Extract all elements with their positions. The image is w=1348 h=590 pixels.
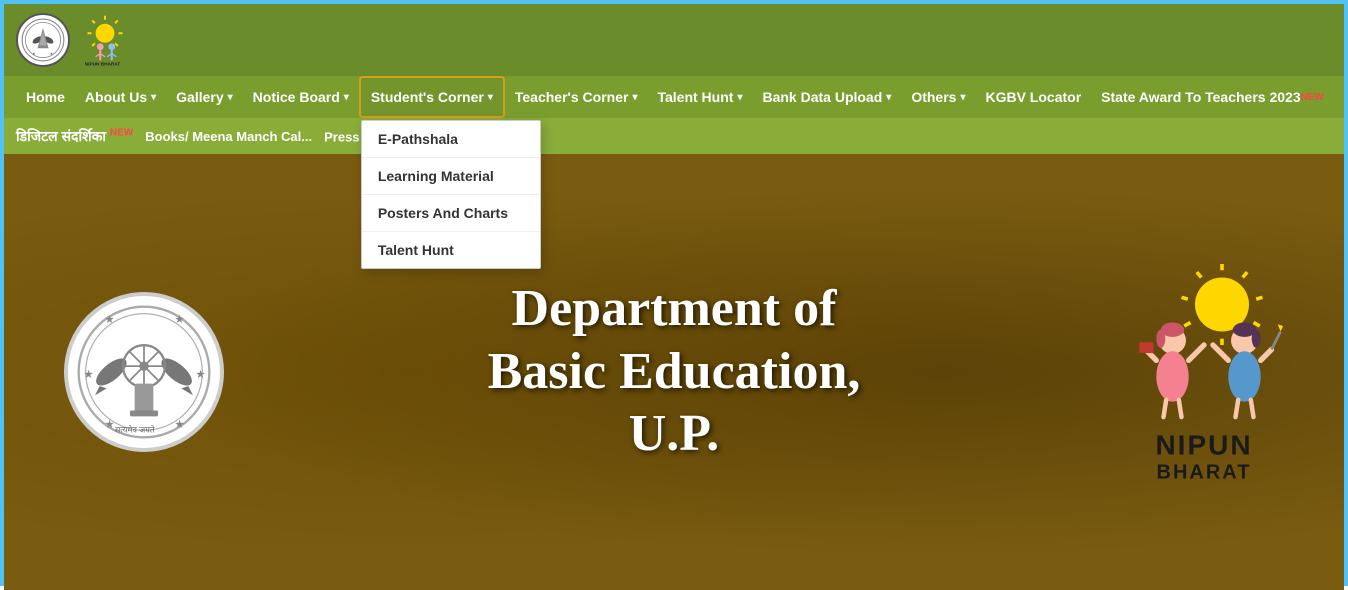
svg-text:★: ★ bbox=[174, 418, 184, 431]
svg-text:NIPUN BHARAT: NIPUN BHARAT bbox=[85, 62, 121, 67]
svg-text:★: ★ bbox=[83, 368, 93, 381]
nipun-bharat-header-logo: NIPUN BHARAT bbox=[78, 13, 132, 67]
nav-about-us[interactable]: About Us ▾ bbox=[75, 76, 166, 118]
svg-text:★: ★ bbox=[104, 313, 114, 326]
navbar: Home About Us ▾ Gallery ▾ Notice Board ▾… bbox=[4, 76, 1344, 118]
dropdown-item-posters-charts[interactable]: Posters And Charts bbox=[362, 195, 540, 232]
dropdown-item-epathshala[interactable]: E-Pathshala bbox=[362, 121, 540, 158]
nav-bank-data-upload[interactable]: Bank Data Upload ▾ bbox=[752, 76, 901, 118]
up-seal-logo: ✦ ✦ bbox=[16, 13, 70, 67]
hero-title-line3: U.P. bbox=[629, 405, 720, 462]
students-corner-label: Student's Corner bbox=[371, 89, 484, 105]
secondary-nav: डिजिटल संदर्शिका NEW Books/ Meena Manch … bbox=[4, 118, 1344, 154]
header: ✦ ✦ bbox=[4, 4, 1344, 76]
hero-left-emblem: ★ ★ ★ ★ ★ ★ bbox=[64, 292, 224, 452]
students-corner-arrow: ▾ bbox=[488, 92, 493, 103]
svg-text:✦: ✦ bbox=[50, 51, 54, 56]
hero-title: Department of Basic Education, U.P. bbox=[488, 278, 861, 465]
hero-section: ★ ★ ★ ★ ★ ★ bbox=[4, 154, 1344, 590]
hero-content: Department of Basic Education, U.P. bbox=[488, 278, 861, 465]
svg-text:★: ★ bbox=[104, 418, 114, 431]
nav-items: Home About Us ▾ Gallery ▾ Notice Board ▾… bbox=[16, 76, 1334, 118]
svg-text:सत्यमेव जयते: सत्यमेव जयते bbox=[115, 425, 155, 435]
nipun-illustration bbox=[1104, 260, 1304, 430]
nipun-sub-text: BHARAT bbox=[1157, 462, 1252, 485]
svg-text:★: ★ bbox=[174, 313, 184, 326]
sec-nav-digital-sandarshika[interactable]: डिजिटल संदर्शिका NEW bbox=[16, 127, 133, 146]
sec-nav-books-meena[interactable]: Books/ Meena Manch Cal... bbox=[145, 129, 312, 144]
nav-students-corner[interactable]: Student's Corner ▾ E-Pathshala Learning … bbox=[359, 76, 505, 118]
students-corner-dropdown: E-Pathshala Learning Material Posters An… bbox=[361, 120, 541, 269]
logo-area: ✦ ✦ bbox=[16, 13, 132, 67]
nav-notice-board[interactable]: Notice Board ▾ bbox=[243, 76, 359, 118]
hero-title-line1: Department of bbox=[512, 280, 837, 337]
nav-state-award[interactable]: State Award To Teachers 2023 NEW bbox=[1091, 76, 1334, 118]
nav-others[interactable]: Others ▾ bbox=[901, 76, 975, 118]
nav-teachers-corner[interactable]: Teacher's Corner ▾ bbox=[505, 76, 648, 118]
nav-kgbv-locator[interactable]: KGBV Locator bbox=[975, 76, 1091, 118]
up-state-emblem: ★ ★ ★ ★ ★ ★ bbox=[64, 292, 224, 452]
nav-gallery[interactable]: Gallery ▾ bbox=[166, 76, 243, 118]
hero-title-line2: Basic Education, bbox=[488, 343, 861, 400]
nav-home[interactable]: Home bbox=[16, 76, 75, 118]
nav-talent-hunt[interactable]: Talent Hunt ▾ bbox=[647, 76, 752, 118]
dropdown-item-learning-material[interactable]: Learning Material bbox=[362, 158, 540, 195]
dropdown-item-talent-hunt[interactable]: Talent Hunt bbox=[362, 232, 540, 268]
hero-right-nipun: NIPUN BHARAT bbox=[1104, 260, 1304, 485]
svg-text:✦: ✦ bbox=[32, 51, 36, 56]
svg-text:★: ★ bbox=[195, 368, 205, 381]
